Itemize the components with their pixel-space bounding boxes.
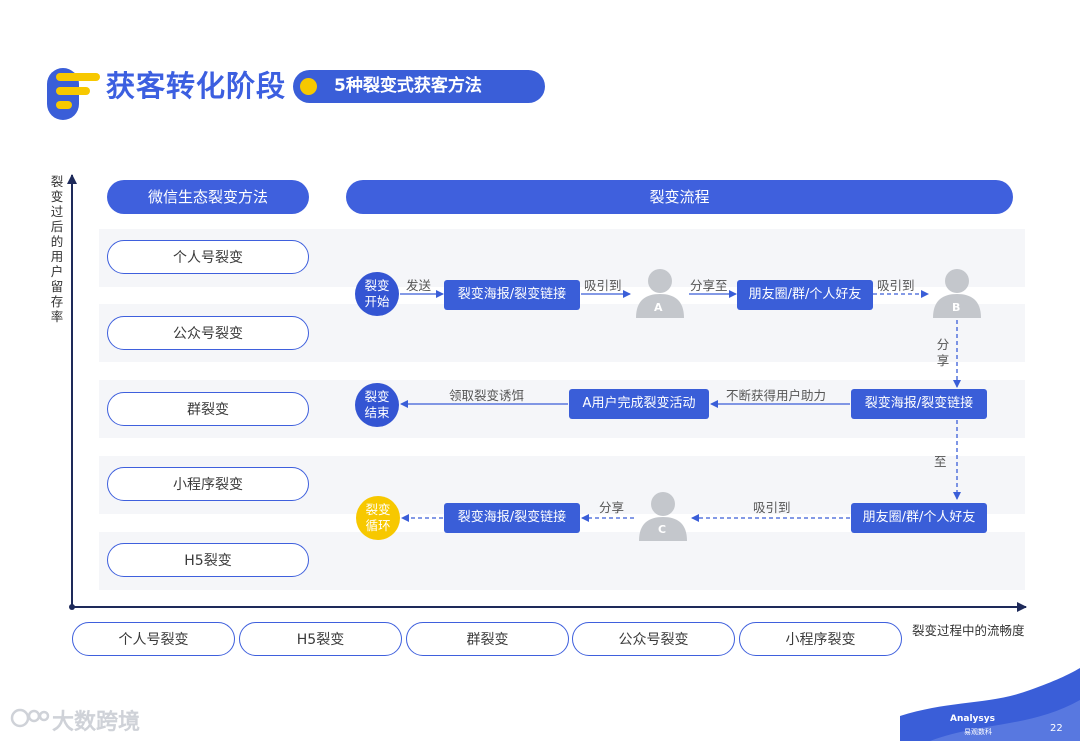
rank-item: 公众号裂变: [572, 622, 735, 656]
page-number: 22: [1050, 723, 1063, 734]
node-loop: 裂变 循环: [356, 496, 400, 540]
label-send: 发送: [406, 278, 432, 293]
node-poster-1: 裂变海报/裂变链接: [444, 280, 580, 310]
node-end: 裂变 结束: [355, 383, 399, 427]
method-item: 小程序裂变: [107, 467, 309, 501]
label-attract-2: 吸引到: [877, 278, 915, 293]
node-poster-2: 裂变海报/裂变链接: [851, 389, 987, 419]
flow-heading: 裂变流程: [346, 180, 1013, 214]
label-to-down: 至: [934, 454, 947, 469]
label-share-to: 分享至: [690, 278, 728, 293]
label-attract-c: 吸引到: [753, 500, 791, 515]
label-attract-1: 吸引到: [584, 278, 622, 293]
rank-item: 群裂变: [406, 622, 569, 656]
node-poster-3: 裂变海报/裂变链接: [444, 503, 580, 533]
user-c-letter: C: [658, 523, 667, 536]
axis-origin: [69, 604, 75, 610]
method-item: 公众号裂变: [107, 316, 309, 350]
label-share-c: 分享: [599, 500, 625, 515]
brand-sub: 易观数科: [964, 728, 992, 736]
label-claim: 领取裂变诱饵: [449, 388, 525, 403]
watermark-logo-icon: [10, 708, 50, 728]
user-b-letter: B: [952, 301, 961, 314]
node-start: 裂变 开始: [355, 272, 399, 316]
method-item: 个人号裂变: [107, 240, 309, 274]
watermark-text: 大数跨境: [52, 710, 141, 735]
brand-name: Analysys: [950, 714, 995, 724]
methods-heading: 微信生态裂变方法: [107, 180, 309, 214]
rank-item: 小程序裂变: [739, 622, 902, 656]
x-axis-label: 裂变过程中的流畅度: [912, 623, 1025, 638]
label-share-down: 分 享: [936, 337, 950, 368]
method-item: 群裂变: [107, 392, 309, 426]
user-a-letter: A: [654, 301, 663, 314]
method-item: H5裂变: [107, 543, 309, 577]
node-complete: A用户完成裂变活动: [569, 389, 709, 419]
node-moments-1: 朋友圈/群/个人好友: [737, 280, 873, 310]
rank-item: 个人号裂变: [72, 622, 235, 656]
y-axis-label: 裂变过后的用户留存率: [50, 174, 64, 324]
label-keep-help: 不断获得用户助力: [726, 388, 827, 403]
node-moments-3: 朋友圈/群/个人好友: [851, 503, 987, 533]
rank-item: H5裂变: [239, 622, 402, 656]
